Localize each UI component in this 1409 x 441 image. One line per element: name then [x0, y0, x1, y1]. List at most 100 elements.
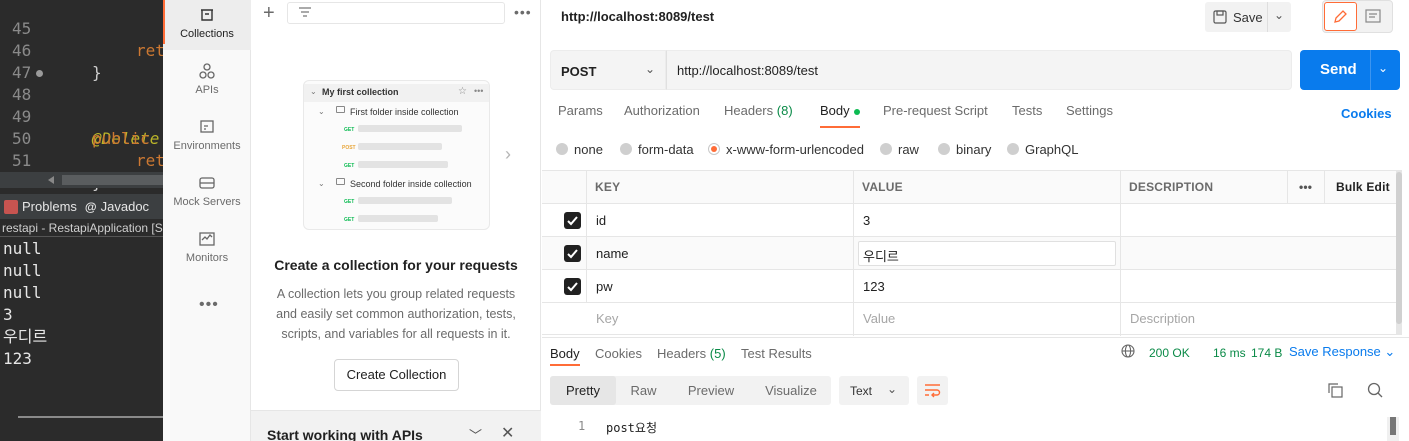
sidebar-more-button[interactable]: •••	[199, 296, 219, 314]
console-output[interactable]: null null null 3 우디르 123	[3, 238, 163, 370]
body-params-table: KEY VALUE DESCRIPTION ••• Bulk Edit id 3…	[542, 170, 1396, 336]
save-button[interactable]: Save ⌄	[1205, 2, 1291, 32]
override-marker-icon[interactable]	[36, 70, 43, 77]
response-tab-headers[interactable]: Headers (5)	[657, 346, 726, 361]
tab-javadoc[interactable]: @ Javadoc	[85, 199, 149, 215]
sidebar-item-apis[interactable]: APIs	[163, 56, 251, 106]
javadoc-icon: @	[84, 200, 97, 215]
table-row[interactable]: pw 123	[542, 270, 1396, 303]
cookies-link[interactable]: Cookies	[1341, 106, 1392, 121]
edit-mode-button[interactable]	[1324, 2, 1357, 31]
sidebar-item-label: Mock Servers	[173, 196, 241, 208]
sidebar-item-monitors[interactable]: Monitors	[163, 224, 251, 274]
scroll-left-icon[interactable]	[48, 176, 54, 184]
sidebar-item-label: Environments	[173, 140, 241, 152]
body-type-graphql[interactable]: GraphQL	[1007, 142, 1078, 157]
chevron-right-icon[interactable]: ›	[505, 144, 511, 165]
body-type-raw[interactable]: raw	[880, 142, 919, 157]
column-header-value: VALUE	[862, 180, 903, 194]
tab-pre-request-script[interactable]: Pre-request Script	[883, 103, 988, 118]
row-enabled-checkbox[interactable]	[564, 212, 581, 229]
create-collection-button[interactable]: Create Collection	[334, 359, 459, 391]
format-tab-pretty[interactable]: Pretty	[550, 376, 616, 405]
bulk-edit-button[interactable]: Bulk Edit	[1336, 171, 1390, 203]
column-divider	[1120, 171, 1121, 336]
save-response-button[interactable]: Save Response ⌄	[1289, 344, 1395, 360]
table-more-button[interactable]: •••	[1299, 171, 1312, 203]
headers-count: (8)	[776, 103, 793, 118]
method-select[interactable]: POST ⌄	[550, 50, 666, 90]
tab-javadoc-label: Javadoc	[100, 198, 150, 214]
tab-problems-label: Problems	[22, 198, 77, 214]
tab-headers-label: Headers	[724, 103, 774, 118]
console-scrollbar[interactable]	[18, 416, 163, 418]
response-tab-cookies[interactable]: Cookies	[595, 346, 642, 361]
body-type-none[interactable]: none	[556, 142, 603, 157]
tab-settings[interactable]: Settings	[1066, 103, 1113, 118]
response-size[interactable]: 174 B	[1251, 346, 1282, 360]
save-dropdown-icon[interactable]: ⌄	[1274, 8, 1284, 22]
tab-authorization[interactable]: Authorization	[624, 103, 700, 118]
empty-state-title: Create a collection for your requests	[274, 257, 518, 273]
status-code[interactable]: 200 OK	[1149, 346, 1190, 360]
pencil-icon	[1334, 10, 1347, 23]
sidebar-item-environments[interactable]: Environments	[163, 112, 251, 162]
table-scrollbar[interactable]	[1396, 170, 1402, 335]
format-tab-preview[interactable]: Preview	[671, 376, 751, 405]
wrap-lines-button[interactable]	[917, 376, 948, 405]
wrap-lines-icon	[925, 384, 941, 398]
placeholder-bar	[358, 197, 452, 204]
response-body-viewer[interactable]: 1 post요청	[542, 415, 1409, 441]
format-tab-raw[interactable]: Raw	[616, 376, 671, 405]
table-row[interactable]: name 우디르	[542, 237, 1396, 270]
response-scrollbar[interactable]	[1387, 417, 1399, 441]
table-row-new[interactable]: Key Value Description	[542, 303, 1396, 335]
row-enabled-checkbox[interactable]	[564, 278, 581, 295]
response-tab-body[interactable]: Body	[550, 346, 580, 361]
body-type-label: form-data	[638, 142, 694, 157]
sidebar-item-collections[interactable]: Collections	[163, 0, 251, 50]
response-time[interactable]: 16 ms	[1213, 346, 1246, 360]
response-type-select[interactable]: Text ⌄	[839, 376, 909, 405]
placeholder-bar	[358, 215, 438, 222]
search-icon[interactable]	[1367, 382, 1383, 398]
tab-problems[interactable]: Problems	[4, 199, 77, 215]
code-line: 50 ret	[0, 106, 163, 170]
url-input[interactable]: http://localhost:8089/test	[666, 50, 1292, 90]
request-title[interactable]: http://localhost:8089/test	[561, 9, 714, 24]
horizontal-scrollbar[interactable]	[0, 172, 163, 188]
copy-icon[interactable]	[1328, 383, 1343, 398]
format-tab-visualize[interactable]: Visualize	[751, 376, 831, 405]
documentation-mode-button[interactable]	[1365, 9, 1381, 26]
globe-icon[interactable]	[1121, 344, 1135, 358]
method-label: GET	[344, 217, 355, 223]
body-type-form-data[interactable]: form-data	[620, 142, 694, 157]
tab-body[interactable]: Body	[820, 103, 860, 118]
scrollbar-thumb[interactable]	[1396, 172, 1402, 324]
add-collection-button[interactable]: +	[263, 2, 275, 25]
radio-icon	[880, 143, 892, 155]
response-body-text[interactable]: post요청	[606, 419, 657, 436]
tab-tests[interactable]: Tests	[1012, 103, 1042, 118]
body-indicator-dot	[853, 108, 860, 115]
body-type-binary[interactable]: binary	[938, 142, 991, 157]
collections-more-button[interactable]: •••	[514, 4, 532, 20]
environments-icon	[200, 120, 214, 133]
sidebar-item-mock-servers[interactable]: Mock Servers	[163, 168, 251, 218]
send-button[interactable]: Send ⌄	[1300, 50, 1400, 90]
tab-params[interactable]: Params	[558, 103, 603, 118]
code-line: 45 ret	[0, 0, 163, 60]
row-enabled-checkbox[interactable]	[564, 245, 581, 262]
send-dropdown-icon[interactable]: ⌄	[1378, 61, 1388, 75]
close-icon[interactable]: ✕	[501, 423, 514, 441]
filter-input[interactable]	[287, 2, 505, 24]
chevron-down-icon[interactable]: ﹀	[469, 425, 482, 441]
console-line: 우디르	[3, 327, 48, 346]
tab-headers[interactable]: Headers (8)	[724, 103, 793, 118]
table-row[interactable]: id 3	[542, 204, 1396, 237]
response-tab-test-results[interactable]: Test Results	[741, 346, 812, 361]
body-type-urlencoded[interactable]: x-www-form-urlencoded	[708, 142, 864, 157]
code-editor[interactable]: 45 ret 46 } 47 48 @Delete 49 public 50 r…	[0, 0, 163, 192]
placeholder-bar	[358, 143, 442, 150]
scrollbar-thumb[interactable]	[62, 175, 163, 185]
